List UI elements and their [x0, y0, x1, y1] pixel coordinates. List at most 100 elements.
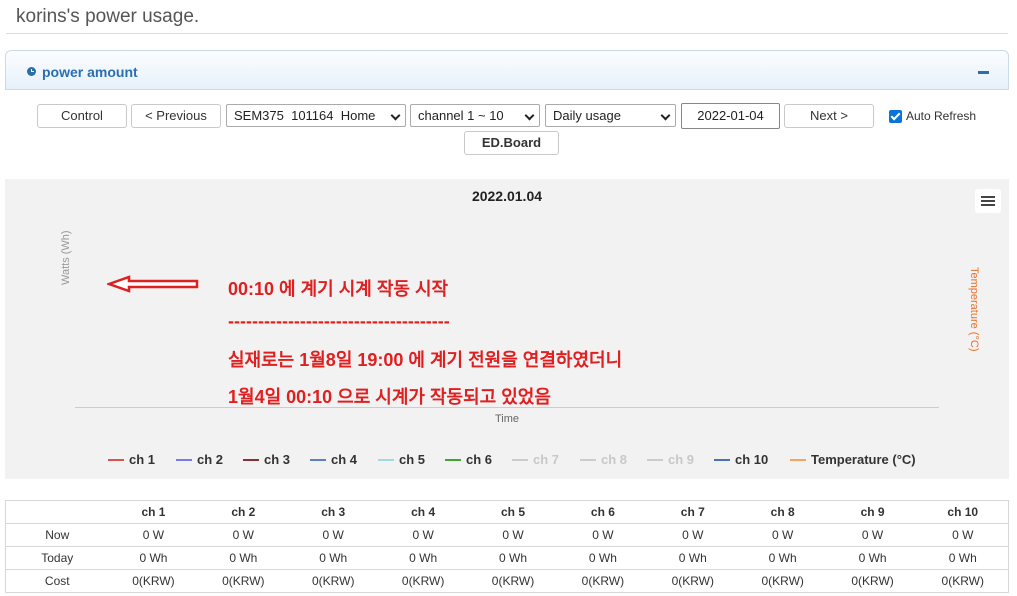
table-cell: 0(KRW) [198, 569, 289, 593]
x-axis-label: Time [494, 413, 520, 425]
table-cell: 0 W [827, 523, 918, 547]
column-header: ch 5 [468, 500, 558, 524]
legend-item[interactable]: Temperature (°C) [790, 452, 916, 467]
table-cell: 0 W [108, 523, 199, 547]
legend-item[interactable]: ch 4 [310, 452, 357, 467]
panel-title: power amount [42, 64, 138, 80]
annotation-line-4: 1월4일 00:10 으로 시계가 작동되고 있었음 [228, 387, 551, 407]
legend-label: ch 3 [264, 452, 291, 467]
device-select-value: SEM375 101164 Home [234, 108, 376, 123]
auto-refresh-checkbox[interactable] [889, 110, 902, 123]
legend-label: ch 7 [533, 452, 560, 467]
table-cell: 0 Wh [917, 546, 1009, 570]
legend-swatch [580, 458, 596, 461]
period-select-value: Daily usage [553, 108, 621, 123]
date-input[interactable]: 2022-01-04 [681, 103, 780, 129]
table-cell: 0 W [737, 523, 828, 547]
panel-header: power amount [5, 50, 1009, 90]
legend-item[interactable]: ch 10 [714, 452, 768, 467]
table-cell: 0 W [378, 523, 469, 547]
legend-item[interactable]: ch 7 [512, 452, 559, 467]
table-cell: 0(KRW) [557, 569, 648, 593]
legend-swatch [108, 458, 124, 461]
table-cell: 0(KRW) [468, 569, 558, 593]
table-cell: 0(KRW) [108, 569, 199, 593]
legend-swatch [445, 458, 461, 461]
legend-swatch [790, 458, 806, 461]
period-select[interactable]: Daily usage [545, 104, 676, 127]
control-button[interactable]: Control [37, 104, 127, 128]
title-divider [6, 33, 1008, 34]
legend-item[interactable]: ch 5 [378, 452, 425, 467]
table-cell: 0 Wh [827, 546, 918, 570]
legend-swatch [176, 458, 192, 461]
column-header: ch 4 [378, 500, 469, 524]
legend-item[interactable]: ch 6 [445, 452, 492, 467]
table-cell: 0 Wh [468, 546, 558, 570]
legend-swatch [714, 458, 730, 461]
channel-select[interactable]: channel 1 ~ 10 [410, 104, 540, 127]
legend-label: ch 5 [399, 452, 426, 467]
column-header: ch 9 [827, 500, 918, 524]
device-select[interactable]: SEM375 101164 Home [226, 104, 406, 127]
table-cell: 0(KRW) [737, 569, 828, 593]
power-chart: 2022.01.04 Watts (Wh) Temperature (°C) 0… [5, 179, 1009, 479]
chevron-down-icon [660, 110, 671, 121]
annotation-line-1: 00:10 에 계기 시계 작동 시작 [228, 279, 449, 299]
auto-refresh-label: Auto Refresh [906, 109, 977, 123]
legend-item[interactable]: ch 1 [108, 452, 155, 467]
table-cell: 0 Wh [647, 546, 738, 570]
legend-swatch [243, 458, 259, 461]
row-label: Now [5, 523, 109, 547]
y-axis-right-label: Temperature (°C) [968, 267, 980, 352]
legend-swatch [378, 458, 394, 461]
clock-icon [27, 67, 36, 76]
column-header: ch 8 [737, 500, 828, 524]
legend-swatch [310, 458, 326, 461]
legend-item[interactable]: ch 8 [580, 452, 627, 467]
row-label: Today [5, 546, 109, 570]
legend-label: ch 9 [668, 452, 695, 467]
legend-item[interactable]: ch 2 [176, 452, 223, 467]
column-header: ch 6 [557, 500, 648, 524]
table-row: Cost 0(KRW) 0(KRW) 0(KRW) 0(KRW) 0(KRW) 0(KRW)… [5, 569, 1009, 593]
legend-item[interactable]: ch 3 [243, 452, 290, 467]
annotation-line-2: ------------------------------------- [228, 311, 450, 331]
column-header: ch 7 [647, 500, 738, 524]
channel-select-value: channel 1 ~ 10 [418, 108, 504, 123]
table-cell: 0 Wh [557, 546, 648, 570]
chart-title: 2022.01.04 [471, 188, 543, 204]
next-button[interactable]: Next > [784, 104, 874, 128]
table-cell: 0(KRW) [647, 569, 738, 593]
table-cell: 0(KRW) [827, 569, 918, 593]
hamburger-menu-icon[interactable] [975, 189, 1001, 213]
previous-button[interactable]: < Previous [131, 104, 221, 128]
table-header-row: ch 1 ch 2 ch 3 ch 4 ch 5 ch 6 ch 7 ch 8 ch 9 ch 1… [5, 500, 1009, 524]
table-cell: 0 W [468, 523, 558, 547]
table-corner [5, 500, 109, 524]
page-title: korins's power usage. [16, 6, 200, 27]
annotation-line-3: 실재로는 1월8일 19:00 에 계기 전원을 연결하였더니 [228, 350, 623, 370]
legend-label: ch 8 [601, 452, 628, 467]
usage-table: ch 1 ch 2 ch 3 ch 4 ch 5 ch 6 ch 7 ch 8 ch 9 ch 1… [5, 500, 1009, 593]
y-axis-label: Watts (Wh) [60, 230, 72, 285]
table-cell: 0 Wh [108, 546, 199, 570]
legend-label: ch 2 [197, 452, 224, 467]
table-cell: 0 W [198, 523, 289, 547]
edboard-button[interactable]: ED.Board [464, 131, 559, 155]
x-axis-line [75, 407, 939, 408]
table-cell: 0 W [288, 523, 379, 547]
legend-swatch [512, 458, 528, 461]
table-cell: 0 Wh [288, 546, 379, 570]
legend-item[interactable]: ch 9 [647, 452, 694, 467]
table-cell: 0 Wh [737, 546, 828, 570]
table-cell: 0 Wh [378, 546, 469, 570]
column-header: ch 10 [917, 500, 1009, 524]
table-cell: 0(KRW) [288, 569, 379, 593]
legend-label: ch 10 [735, 452, 769, 467]
column-header: ch 2 [198, 500, 289, 524]
collapse-icon[interactable] [978, 71, 989, 74]
table-cell: 0 W [557, 523, 648, 547]
table-cell: 0 Wh [198, 546, 289, 570]
legend-label: ch 1 [129, 452, 156, 467]
